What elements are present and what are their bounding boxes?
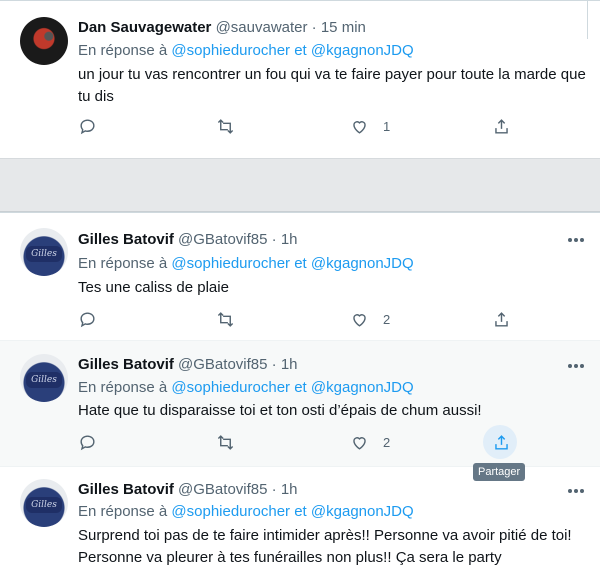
tweet-text: Tes une caliss de plaie <box>78 279 229 296</box>
separator: · <box>311 19 317 36</box>
more-options-icon[interactable] <box>568 489 586 493</box>
mention-joiner: et <box>294 255 307 272</box>
reply-prefix: En réponse à <box>78 379 168 396</box>
mention-link[interactable]: @sophiedurocher <box>171 503 290 520</box>
share-button[interactable] <box>492 115 511 137</box>
reply-context: En réponse à @sophiedurocher et @kgagnon… <box>78 379 414 396</box>
retweet-button[interactable] <box>216 308 235 330</box>
retweet-button[interactable] <box>216 115 235 137</box>
share-button[interactable] <box>492 431 511 453</box>
reply-icon <box>80 434 95 450</box>
mention-link[interactable]: @kgagnonJDQ <box>311 255 414 272</box>
tweet-actions: 1 <box>78 115 518 137</box>
like-count: 2 <box>383 311 391 327</box>
author-name[interactable]: Gilles Batovif <box>78 356 174 373</box>
avatar[interactable]: Gilles <box>20 479 68 527</box>
timestamp[interactable]: 1h <box>281 481 298 498</box>
separator: · <box>271 481 277 498</box>
tweet-text: Surprend toi pas de te faire intimider a… <box>78 527 572 566</box>
like-count: 2 <box>383 434 391 450</box>
mention-joiner: et <box>294 379 307 396</box>
reply-button[interactable] <box>78 308 97 330</box>
author-handle[interactable]: @GBatovif85 <box>178 481 267 498</box>
share-icon <box>495 311 508 327</box>
mention-link[interactable]: @sophiedurocher <box>171 379 290 396</box>
mention-link[interactable]: @kgagnonJDQ <box>311 503 414 520</box>
mention-link[interactable]: @sophiedurocher <box>171 42 290 59</box>
tweet-card[interactable]: Gilles Gilles Batovif @GBatovif85 · 1h E… <box>0 212 600 341</box>
retweet-button[interactable] <box>216 431 235 453</box>
author-name[interactable]: Dan Sauvagewater <box>78 19 211 36</box>
mention-link[interactable]: @sophiedurocher <box>171 255 290 272</box>
tweet-card[interactable]: Dan Sauvagewater @sauvawater · 15 min En… <box>0 0 600 159</box>
thread-separator <box>0 158 600 212</box>
avatar[interactable] <box>20 17 68 65</box>
tweet-header: Gilles Batovif @GBatovif85 · 1h <box>78 231 298 248</box>
tweet-header: Gilles Batovif @GBatovif85 · 1h <box>78 356 298 373</box>
avatar[interactable]: Gilles <box>20 228 68 276</box>
heart-icon <box>353 436 366 450</box>
share-button[interactable] <box>492 308 511 330</box>
like-button[interactable]: 2 <box>350 431 390 453</box>
reply-button[interactable] <box>78 431 97 453</box>
tweet-card[interactable]: Gilles Gilles Batovif @GBatovif85 · 1h E… <box>0 466 600 582</box>
more-options-icon[interactable] <box>568 238 586 242</box>
tweet-header: Gilles Batovif @GBatovif85 · 1h <box>78 481 298 498</box>
reply-context: En réponse à @sophiedurocher et @kgagnon… <box>78 255 414 272</box>
scrollbar[interactable] <box>587 1 600 39</box>
reply-context: En réponse à @sophiedurocher et @kgagnon… <box>78 503 414 520</box>
reply-button[interactable] <box>78 115 97 137</box>
retweet-icon <box>217 311 234 327</box>
retweet-icon <box>217 118 234 134</box>
timestamp[interactable]: 15 min <box>321 19 366 36</box>
mention-joiner: et <box>294 42 307 59</box>
like-button[interactable]: 2 <box>350 308 390 330</box>
author-handle[interactable]: @sauvawater <box>216 19 308 36</box>
heart-icon <box>353 120 366 134</box>
like-count: 1 <box>383 118 391 134</box>
more-options-icon[interactable] <box>568 364 586 368</box>
mention-link[interactable]: @kgagnonJDQ <box>311 42 414 59</box>
like-button[interactable]: 1 <box>350 115 390 137</box>
share-icon <box>495 434 508 450</box>
timestamp[interactable]: 1h <box>281 231 298 248</box>
reply-prefix: En réponse à <box>78 503 168 520</box>
heart-icon <box>353 313 366 327</box>
author-name[interactable]: Gilles Batovif <box>78 481 174 498</box>
author-name[interactable]: Gilles Batovif <box>78 231 174 248</box>
reply-prefix: En réponse à <box>78 42 168 59</box>
author-handle[interactable]: @GBatovif85 <box>178 231 267 248</box>
tweet-header: Dan Sauvagewater @sauvawater · 15 min <box>78 19 366 36</box>
mention-joiner: et <box>294 503 307 520</box>
separator: · <box>271 231 277 248</box>
reply-icon <box>80 311 95 327</box>
tweet-text: un jour tu vas rencontrer un fou qui va … <box>78 66 586 105</box>
tweet-actions: 2 <box>78 425 518 459</box>
reply-prefix: En réponse à <box>78 255 168 272</box>
share-tooltip: Partager <box>473 463 526 481</box>
mention-link[interactable]: @kgagnonJDQ <box>311 379 414 396</box>
retweet-icon <box>217 434 234 450</box>
author-handle[interactable]: @GBatovif85 <box>178 356 267 373</box>
tweet-actions: 2 <box>78 308 518 330</box>
avatar[interactable]: Gilles <box>20 354 68 402</box>
separator: · <box>271 356 277 373</box>
reply-context: En réponse à @sophiedurocher et @kgagnon… <box>78 42 414 59</box>
timestamp[interactable]: 1h <box>281 356 298 373</box>
tweet-text: Hate que tu disparaisse toi et ton osti … <box>78 402 482 419</box>
tweet-card[interactable]: Gilles Gilles Batovif @GBatovif85 · 1h E… <box>0 340 600 467</box>
reply-icon <box>80 118 95 134</box>
share-icon <box>495 118 508 134</box>
